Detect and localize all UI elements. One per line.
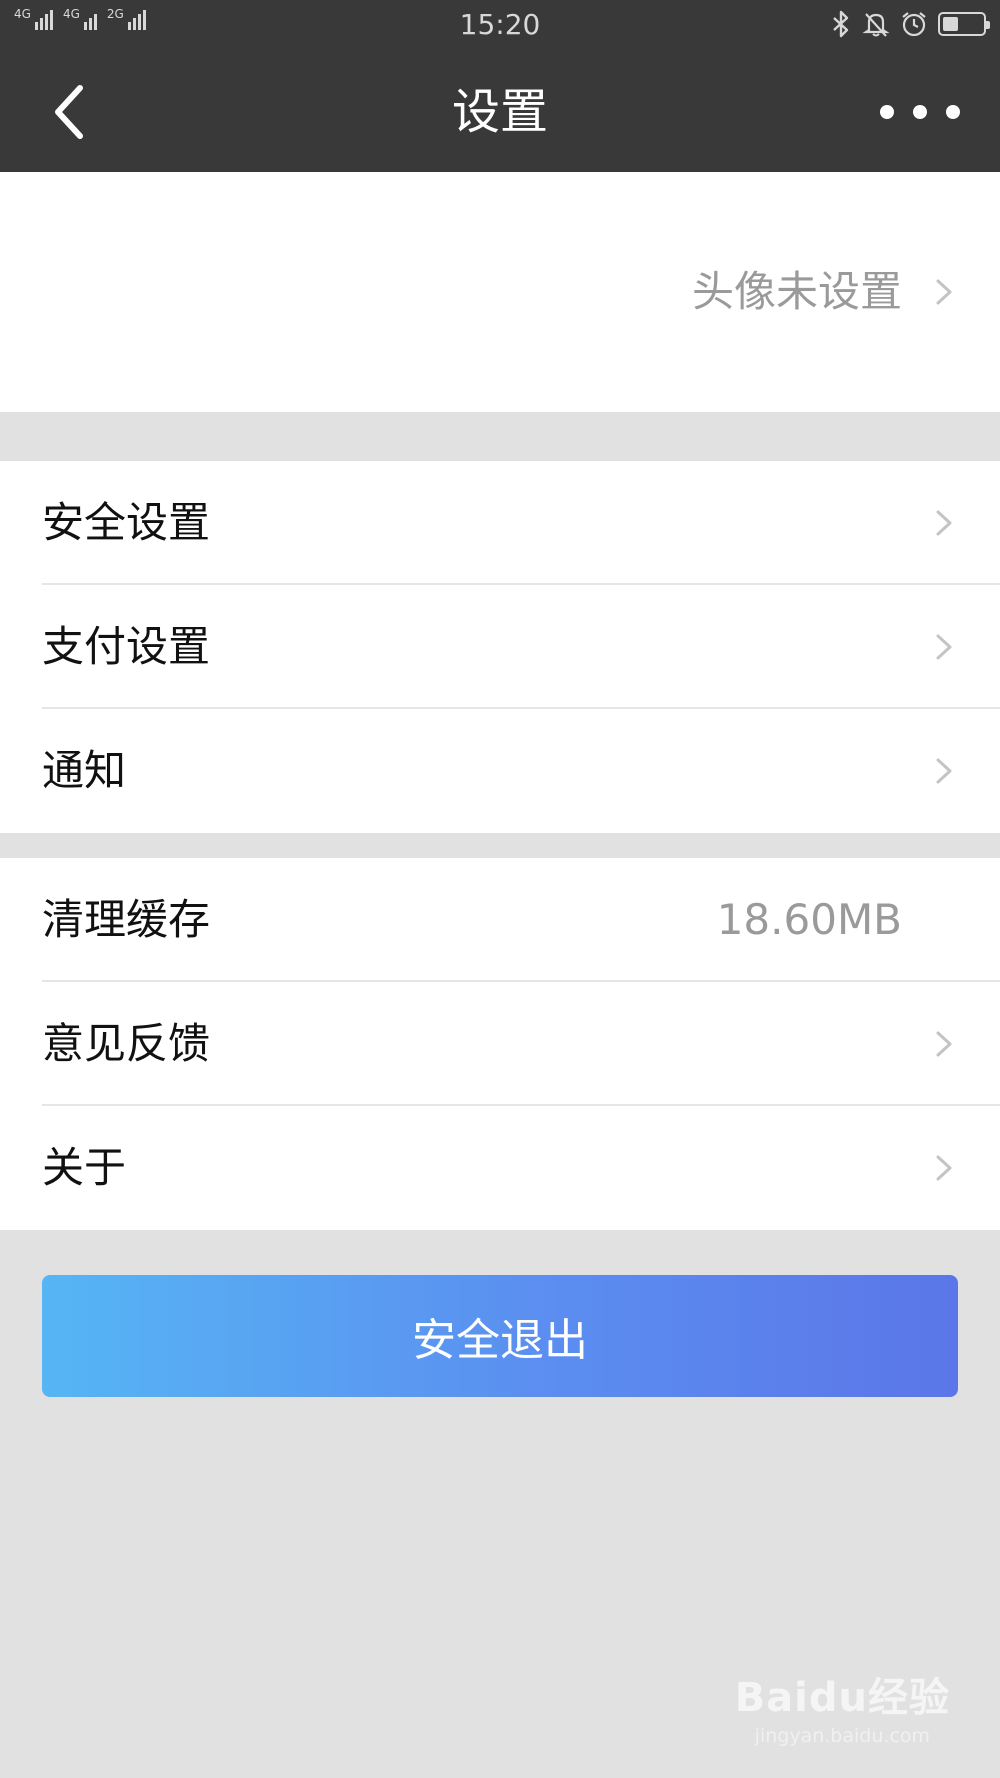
row-label: 安全设置: [42, 498, 211, 547]
status-icons: [830, 10, 990, 38]
row-label: 支付设置: [42, 622, 211, 671]
avatar-setting-row[interactable]: 头像未设置: [0, 172, 1000, 412]
chevron-right-icon: [936, 279, 952, 305]
chevron-right-icon: [936, 510, 952, 536]
security-settings-row[interactable]: 安全设置: [0, 461, 1000, 585]
bluetooth-icon: [833, 10, 849, 38]
watermark-logo: Baidu经验: [734, 1675, 950, 1721]
cache-size-value: 18.60MB: [716, 895, 902, 944]
chevron-right-icon: [936, 1155, 952, 1181]
payment-settings-row[interactable]: 支付设置: [0, 585, 1000, 709]
page-title: 设置: [451, 84, 548, 140]
status-bar: 4G 4G 2G 15:20: [0, 0, 1000, 52]
notifications-row[interactable]: 通知: [0, 709, 1000, 833]
about-row[interactable]: 关于: [0, 1106, 1000, 1230]
profile-section: 头像未设置: [0, 172, 1000, 412]
back-button[interactable]: [50, 82, 110, 142]
chevron-left-icon: [55, 85, 83, 139]
row-label: 清理缓存: [42, 895, 211, 944]
chevron-right-icon: [936, 1031, 952, 1057]
row-label: 意见反馈: [42, 1019, 211, 1068]
feedback-row[interactable]: 意见反馈: [0, 982, 1000, 1106]
row-label: 通知: [42, 746, 127, 795]
watermark-url: jingyan.baidu.com: [754, 1725, 931, 1747]
clear-cache-row[interactable]: 清理缓存 18.60MB: [0, 858, 1000, 982]
chevron-right-icon: [936, 634, 952, 660]
battery-icon: [938, 12, 990, 36]
battery-level: [943, 17, 958, 31]
mute-bell-icon: [862, 13, 890, 37]
settings-group-2: 清理缓存 18.60MB 意见反馈 关于: [0, 858, 1000, 1230]
alarm-icon: [902, 12, 926, 37]
settings-group-1: 安全设置 支付设置 通知: [0, 461, 1000, 833]
more-button[interactable]: [880, 92, 960, 132]
row-label: 关于: [42, 1143, 127, 1192]
logout-button[interactable]: 安全退出: [42, 1275, 958, 1397]
chevron-right-icon: [936, 758, 952, 784]
baidu-watermark: Baidu经验 jingyan.baidu.com: [735, 1665, 950, 1747]
more-dots-icon: [880, 105, 894, 119]
navigation-bar: 设置: [0, 52, 1000, 172]
avatar-status-text: 头像未设置: [691, 267, 902, 316]
